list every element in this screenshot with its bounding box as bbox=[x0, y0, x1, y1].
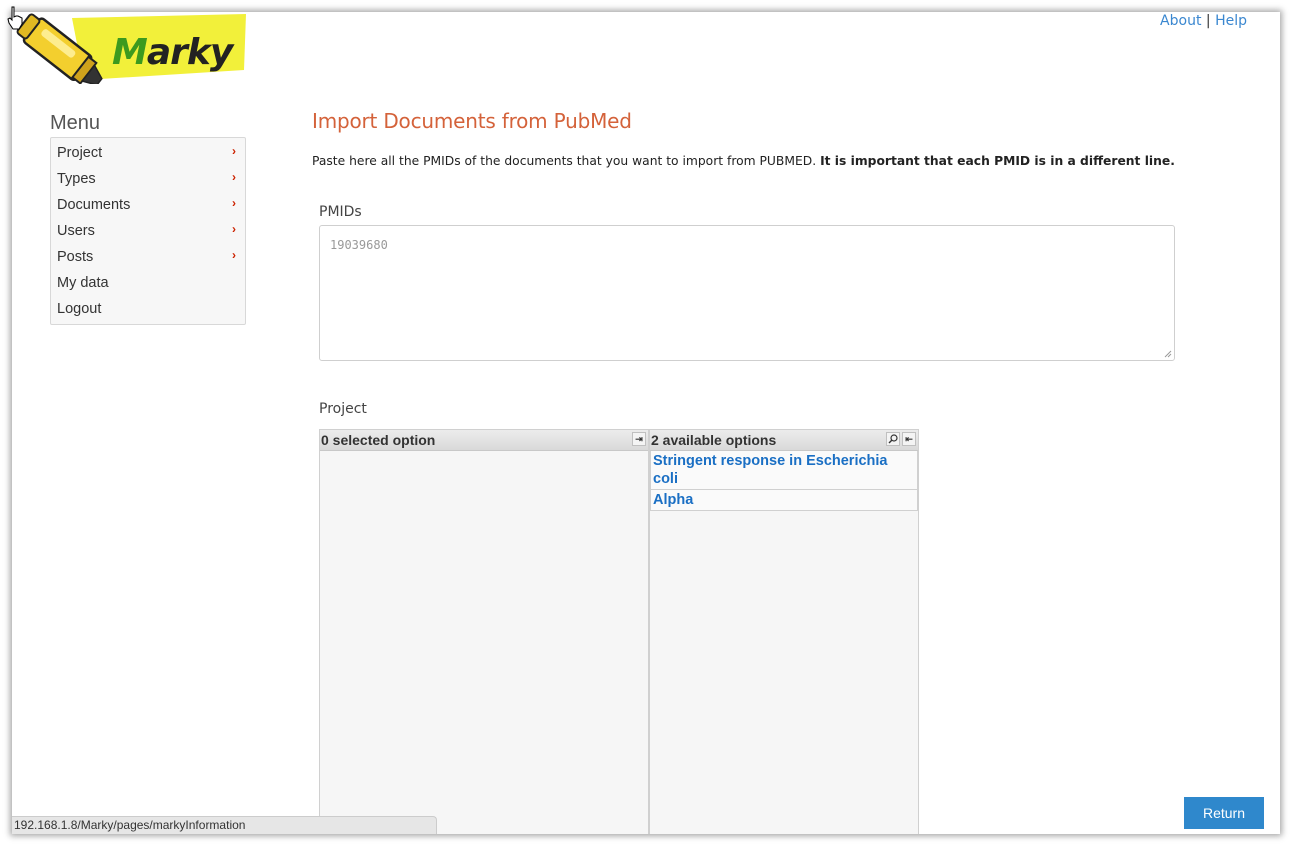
sidebar-item-label: Logout bbox=[57, 301, 102, 317]
logo-text-word: Marky bbox=[112, 32, 233, 73]
resize-grip-icon[interactable] bbox=[1164, 350, 1172, 358]
sidebar-item-label: Project bbox=[57, 145, 103, 161]
project-label: Project bbox=[319, 401, 367, 417]
browser-window: Marky About | Help Menu Project › Types … bbox=[12, 12, 1280, 834]
marky-logo[interactable]: Marky bbox=[12, 12, 247, 86]
chevron-right-icon: › bbox=[232, 144, 236, 158]
logo-text: Marky bbox=[112, 32, 233, 73]
search-icon[interactable] bbox=[886, 432, 900, 446]
selected-count: 0 selected option bbox=[321, 432, 436, 448]
sidebar-item-label: Posts bbox=[57, 249, 94, 265]
available-option-alpha[interactable]: Alpha bbox=[650, 490, 918, 511]
sidebar-item-logout[interactable]: Logout bbox=[51, 296, 245, 322]
sidebar-item-label: Types bbox=[57, 171, 96, 187]
available-option-stringent-response[interactable]: Stringent response in Escherichia coli bbox=[650, 451, 918, 490]
import-instructions: Paste here all the PMIDs of the document… bbox=[312, 153, 1202, 169]
browser-status-bar: 192.168.1.8/Marky/pages/markyInformation bbox=[12, 816, 437, 834]
pmids-placeholder: 19039680 bbox=[330, 238, 388, 252]
sidebar-item-types[interactable]: Types › bbox=[51, 166, 245, 192]
available-options-header: 2 available options ⇤ bbox=[650, 430, 918, 451]
selected-options-header: 0 selected option ⇥ bbox=[320, 430, 648, 451]
available-options-panel[interactable]: 2 available options ⇤ Stringent response… bbox=[649, 429, 919, 834]
hand-cursor-icon bbox=[7, 6, 23, 30]
sidebar-item-posts[interactable]: Posts › bbox=[51, 244, 245, 270]
chevron-right-icon: › bbox=[232, 248, 236, 262]
top-links: About | Help bbox=[1160, 13, 1247, 29]
chevron-right-icon: › bbox=[232, 170, 236, 184]
magnifier-icon bbox=[888, 434, 898, 444]
sidebar-item-my-data[interactable]: My data bbox=[51, 270, 245, 296]
remove-all-icon[interactable]: ⇤ bbox=[902, 432, 916, 446]
instructions-text: Paste here all the PMIDs of the document… bbox=[312, 154, 817, 168]
page-title: Import Documents from PubMed bbox=[312, 109, 632, 133]
menu-title: Menu bbox=[50, 112, 101, 134]
add-all-icon[interactable]: ⇥ bbox=[632, 432, 646, 446]
selected-options-panel[interactable]: 0 selected option ⇥ bbox=[319, 429, 649, 834]
about-link[interactable]: About bbox=[1160, 13, 1201, 29]
available-count: 2 available options bbox=[651, 432, 777, 448]
chevron-right-icon: › bbox=[232, 222, 236, 236]
help-link[interactable]: Help bbox=[1215, 13, 1247, 29]
sidebar-item-users[interactable]: Users › bbox=[51, 218, 245, 244]
sidebar-item-label: Documents bbox=[57, 197, 131, 213]
instructions-emphasis: It is important that each PMID is in a d… bbox=[820, 154, 1175, 168]
sidebar-item-label: Users bbox=[57, 223, 95, 239]
logo-rest: arky bbox=[146, 32, 233, 73]
logo-initial: M bbox=[112, 32, 148, 73]
sidebar-item-label: My data bbox=[57, 275, 109, 291]
sidebar-item-documents[interactable]: Documents › bbox=[51, 192, 245, 218]
sidebar-item-project[interactable]: Project › bbox=[51, 140, 245, 166]
chevron-right-icon: › bbox=[232, 196, 236, 210]
pmids-textarea[interactable]: 19039680 bbox=[319, 225, 1175, 361]
return-button[interactable]: Return bbox=[1184, 797, 1264, 829]
sidebar-menu: Project › Types › Documents › Users › Po… bbox=[50, 137, 246, 325]
link-separator: | bbox=[1205, 13, 1211, 29]
pmids-label: PMIDs bbox=[319, 204, 362, 220]
